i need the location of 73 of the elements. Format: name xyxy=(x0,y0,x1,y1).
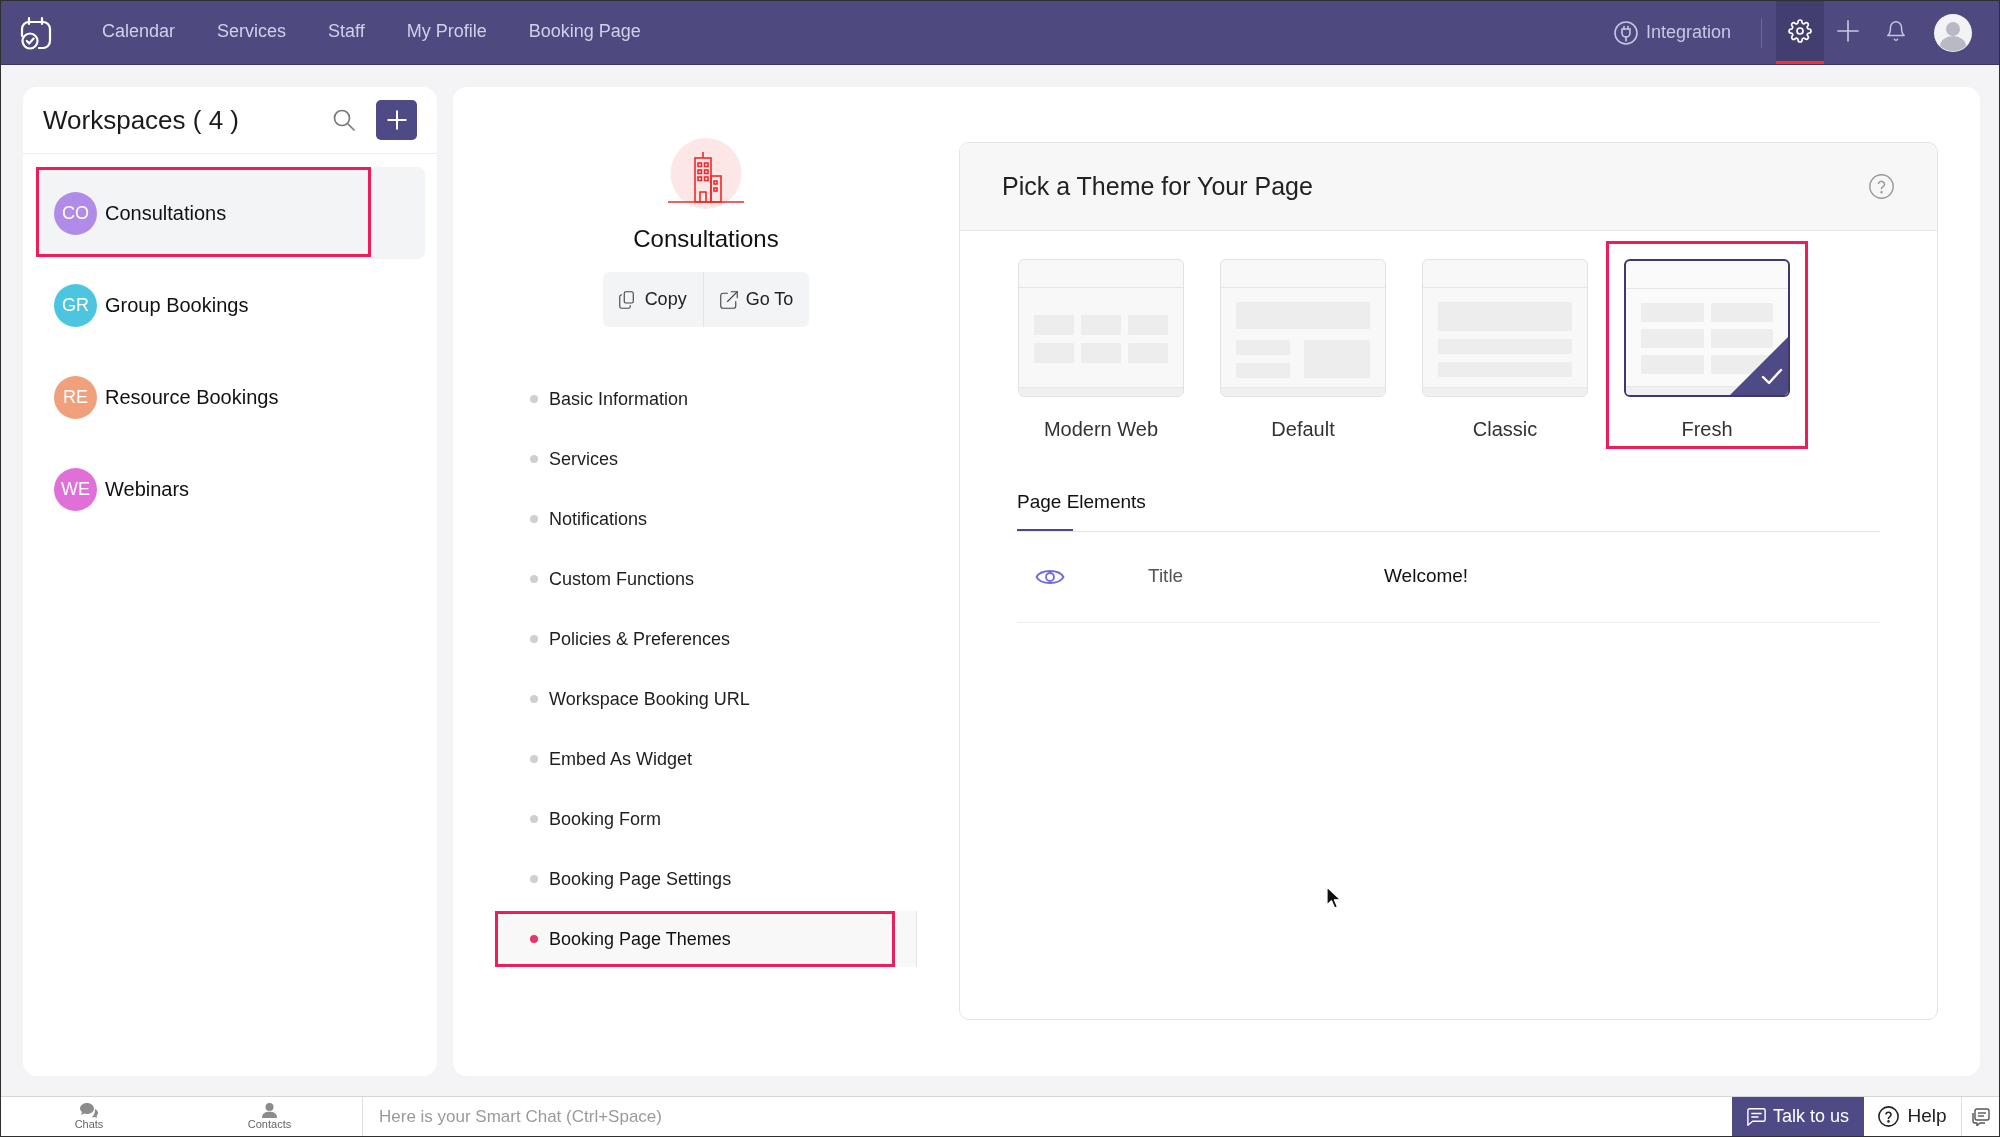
go-to-button[interactable]: Go To xyxy=(702,272,810,327)
bullet-icon xyxy=(530,935,538,943)
copy-button[interactable]: Copy xyxy=(602,272,703,327)
card-title: Pick a Theme for Your Page xyxy=(1002,170,1313,202)
bullet-icon xyxy=(530,635,538,643)
smart-chat-field[interactable]: Here is your Smart Chat (Ctrl+Space) xyxy=(363,1097,1732,1136)
nav-tab[interactable]: Staff xyxy=(307,1,386,64)
integration-button[interactable]: Integration xyxy=(1613,1,1731,64)
bullet-icon xyxy=(530,575,538,583)
check-corner-icon xyxy=(1730,337,1788,395)
contacts-button[interactable]: Contacts xyxy=(177,1097,362,1136)
message-stack-icon xyxy=(1971,1107,1990,1126)
panel-title: Workspaces ( 4 ) xyxy=(43,103,239,137)
workspace-item[interactable]: CO Consultations xyxy=(36,167,425,259)
chats-button[interactable]: Chats xyxy=(1,1097,177,1136)
copy-icon xyxy=(618,290,637,309)
bullet-icon xyxy=(530,815,538,823)
settings-menu-item[interactable]: Basic Information xyxy=(495,371,917,427)
external-link-icon xyxy=(719,290,738,309)
nav-tab[interactable]: Calendar xyxy=(81,1,197,64)
settings-menu-item[interactable]: Workspace Booking URL xyxy=(495,671,917,727)
initials-avatar: GR xyxy=(54,283,97,327)
settings-icon xyxy=(1788,19,1812,43)
add-workspace-button[interactable] xyxy=(376,100,417,140)
search-icon[interactable] xyxy=(333,109,355,131)
talk-to-us-button[interactable]: Talk to us xyxy=(1732,1097,1864,1136)
bell-icon xyxy=(1885,20,1907,42)
plug-icon xyxy=(1613,20,1638,45)
bullet-icon xyxy=(530,695,538,703)
theme-option[interactable]: Modern Web xyxy=(1000,241,1202,449)
settings-menu-item[interactable]: Custom Functions xyxy=(495,551,917,607)
initials-avatar: CO xyxy=(54,191,97,235)
settings-menu-item[interactable]: Policies & Preferences xyxy=(495,611,917,667)
cursor-icon xyxy=(1326,886,1342,910)
workspace-item[interactable]: RE Resource Bookings xyxy=(36,351,425,443)
avatar-icon[interactable] xyxy=(1934,13,1972,52)
element-value: Welcome! xyxy=(1384,564,1469,589)
calendar-check-icon[interactable] xyxy=(19,15,52,50)
theme-option[interactable]: Classic xyxy=(1404,241,1606,449)
settings-menu-item[interactable]: Services xyxy=(495,431,917,487)
workspace-title: Consultations xyxy=(633,224,779,254)
bullet-icon xyxy=(530,755,538,763)
messages-button[interactable] xyxy=(1961,1097,1999,1136)
initials-avatar: WE xyxy=(54,467,97,511)
bullet-icon xyxy=(530,875,538,883)
bullet-icon xyxy=(530,455,538,463)
settings-menu-item[interactable]: Notifications xyxy=(495,491,917,547)
plus-icon xyxy=(386,110,407,130)
settings-button[interactable] xyxy=(1776,1,1824,64)
theme-option[interactable]: Fresh xyxy=(1606,241,1808,449)
nav-tab[interactable]: Booking Page xyxy=(507,1,662,64)
page-elements-tab[interactable]: Page Elements xyxy=(1017,488,1146,531)
chat-bubbles-icon xyxy=(80,1103,98,1118)
settings-menu-item[interactable]: Embed As Widget xyxy=(495,731,917,787)
element-label: Title xyxy=(1148,564,1185,589)
help-button[interactable]: Help xyxy=(1864,1097,1961,1136)
workspace-item[interactable]: GR Group Bookings xyxy=(36,259,425,351)
plus-icon xyxy=(1837,20,1859,42)
settings-menu-item[interactable]: Booking Page Themes xyxy=(495,911,917,967)
theme-option[interactable]: Default xyxy=(1202,241,1404,449)
settings-menu-item[interactable]: Booking Form xyxy=(495,791,917,847)
workspace-item[interactable]: WE Webinars xyxy=(36,443,425,535)
help-icon[interactable] xyxy=(1869,174,1894,199)
building-icon xyxy=(667,138,745,210)
nav-tab[interactable]: My Profile xyxy=(385,1,508,64)
bullet-icon xyxy=(530,515,538,523)
chat-icon xyxy=(1746,1107,1766,1126)
nav-tab[interactable]: Services xyxy=(196,1,308,64)
person-icon xyxy=(262,1103,277,1118)
bullet-icon xyxy=(530,395,538,403)
initials-avatar: RE xyxy=(54,375,97,419)
settings-menu-item[interactable]: Booking Page Settings xyxy=(495,851,917,907)
help-icon xyxy=(1878,1106,1900,1127)
